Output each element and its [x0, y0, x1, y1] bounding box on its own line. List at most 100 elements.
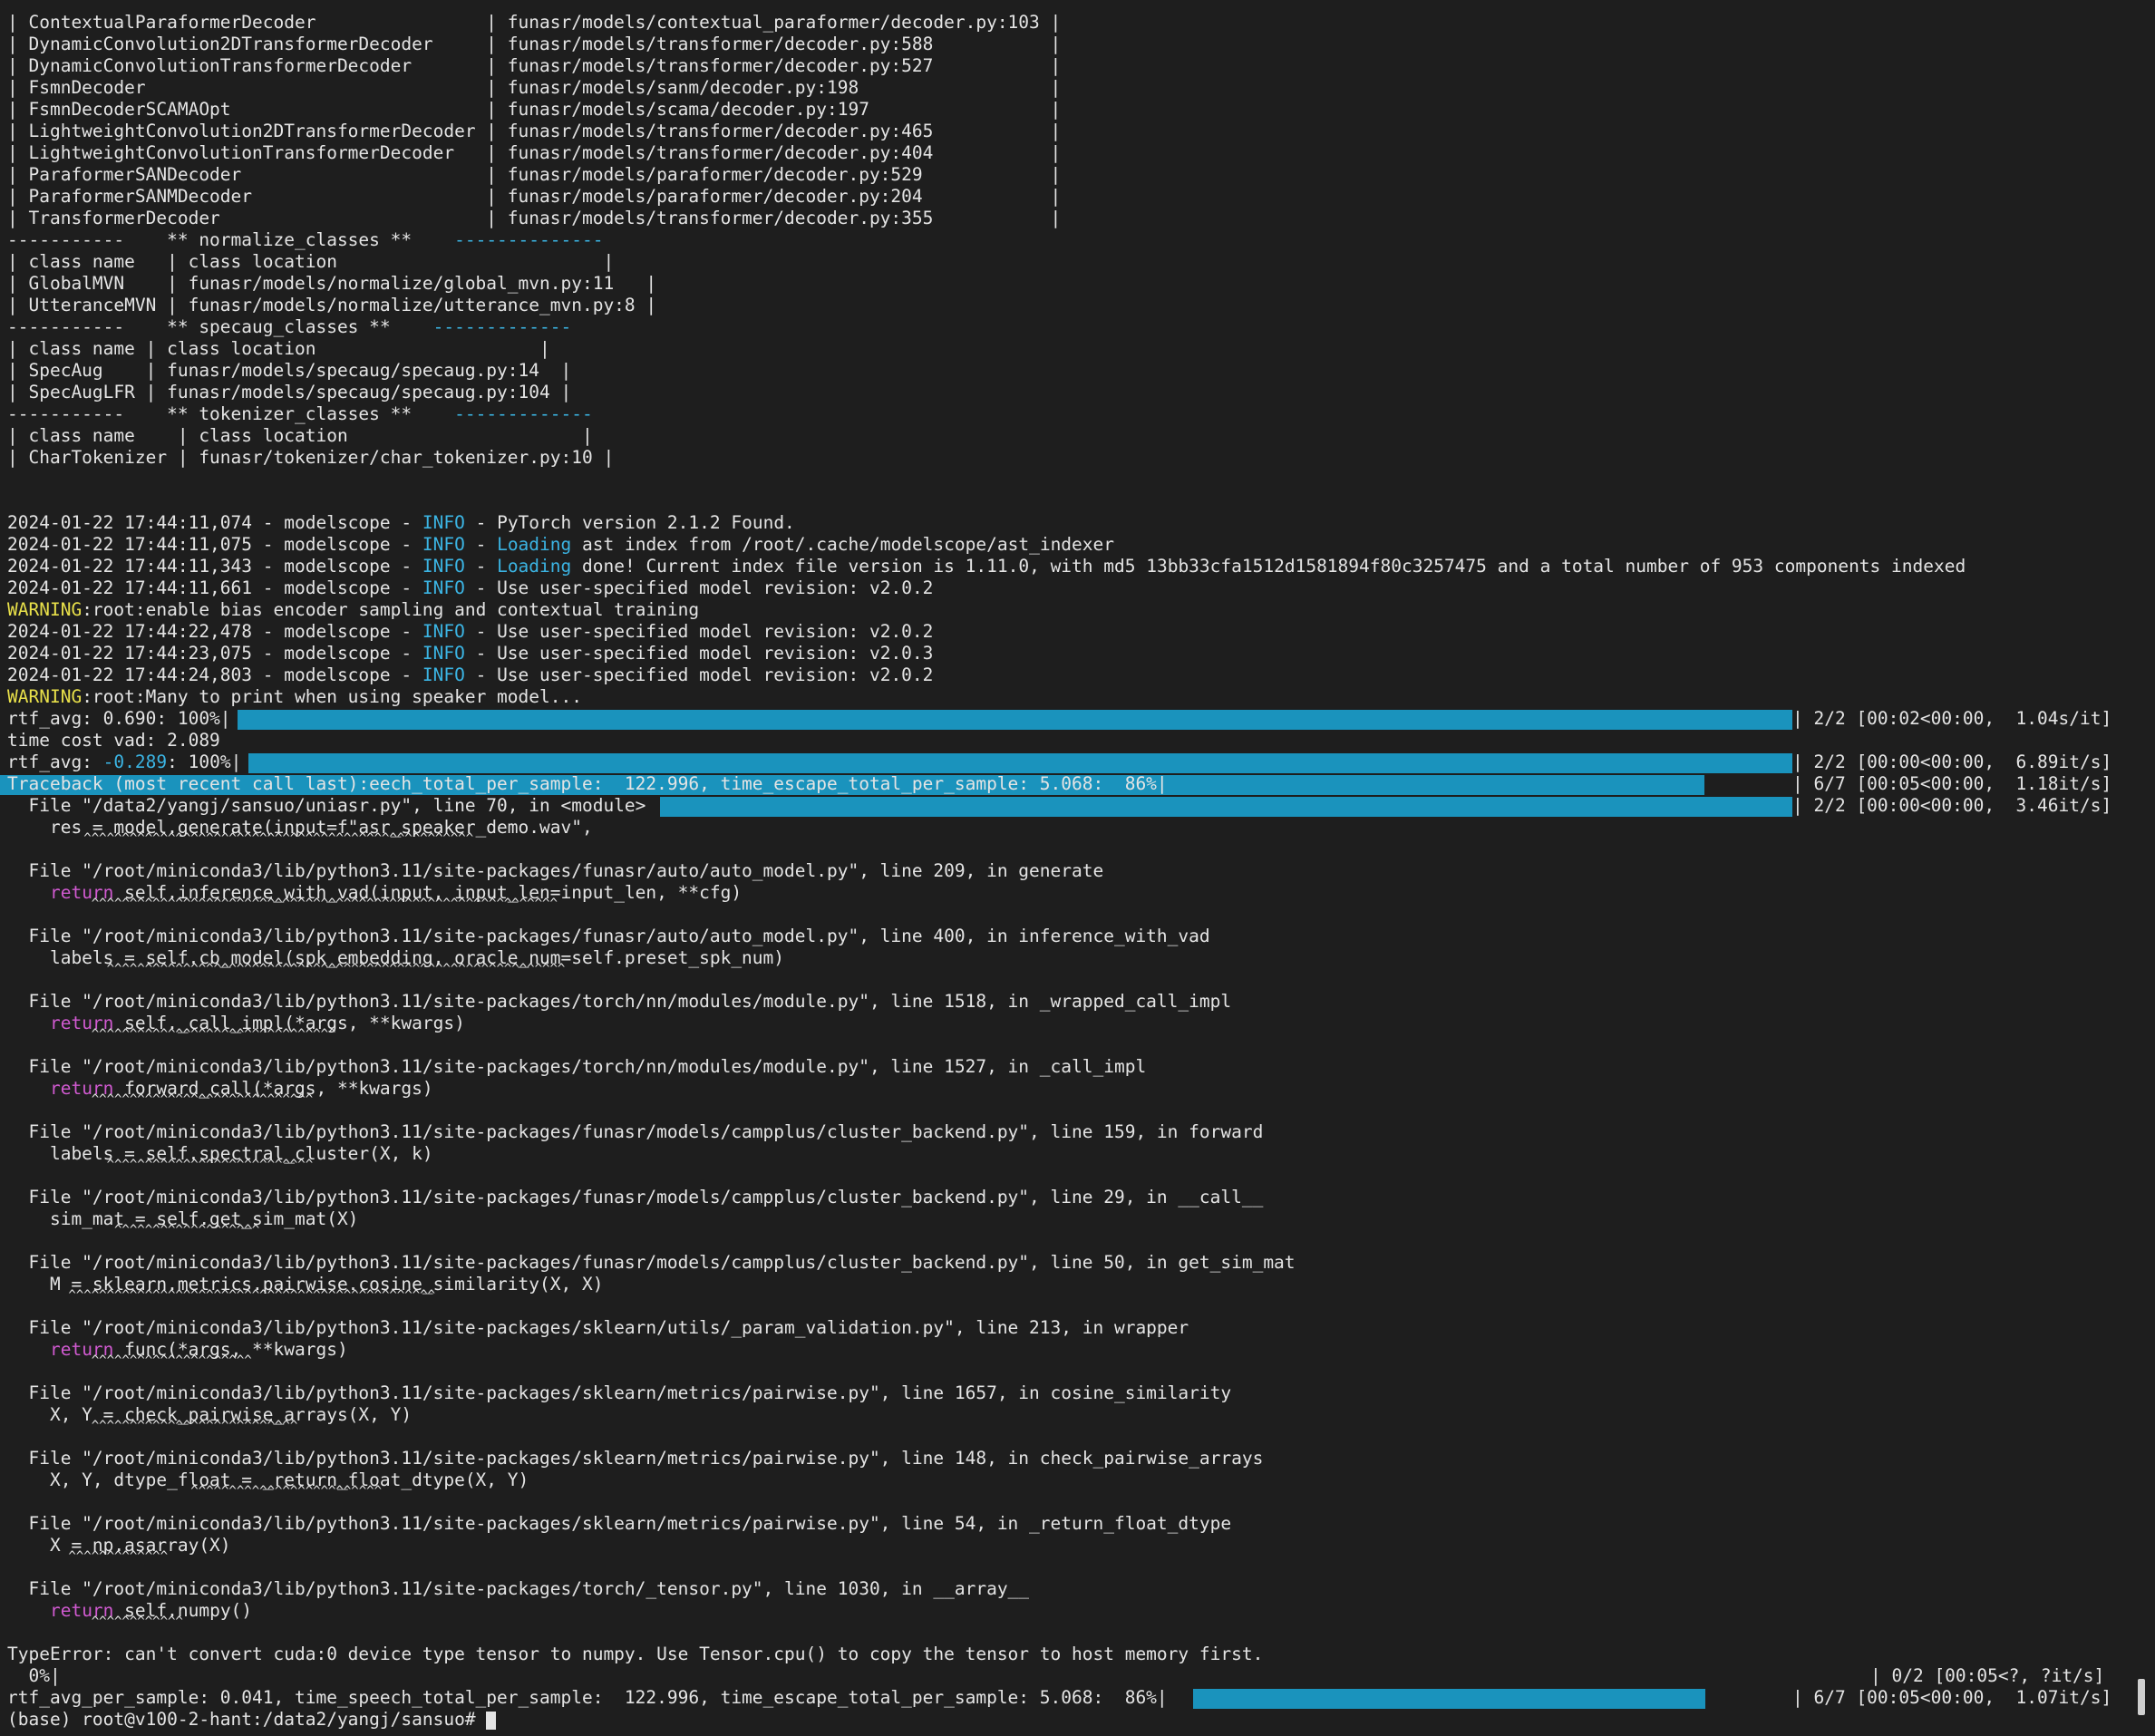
traceback-file-line: File "/root/miniconda3/lib/python3.11/si…: [7, 1056, 1147, 1077]
progress-stats: | 2/2 [00:02<00:00, 1.04s/it]: [1792, 708, 2112, 729]
registry-row: | CharTokenizer | funasr/tokenizer/char_…: [7, 447, 615, 468]
traceback-file-line: File "/root/miniconda3/lib/python3.11/si…: [7, 1317, 1189, 1338]
log-sep: -: [464, 577, 498, 598]
log-line: 2024-01-22 17:44:23,075 - modelscope - I…: [7, 643, 933, 664]
log-line: 2024-01-22 17:44:24,803 - modelscope - I…: [7, 664, 933, 686]
registry-row: | class name | class location |: [7, 425, 593, 446]
registry-row: | SpecAug | funasr/models/specaug/specau…: [7, 360, 572, 381]
traceback-file-line: File "/root/miniconda3/lib/python3.11/si…: [7, 1513, 1232, 1534]
time-cost-line: time cost vad: 2.089: [7, 730, 220, 751]
traceback-file-line: File "/root/miniconda3/lib/python3.11/si…: [7, 1578, 1030, 1599]
progress-label: rtf_avg_per_sample: 0.041, time_speech_t…: [7, 1687, 1168, 1708]
log-prefix: 2024-01-22 17:44:11,074 - modelscope -: [7, 512, 422, 533]
log-prefix: 2024-01-22 17:44:11,075 - modelscope -: [7, 534, 422, 555]
warning-message: :root:enable bias encoder sampling and c…: [82, 599, 700, 620]
log-prefix: 2024-01-22 17:44:24,803 - modelscope -: [7, 664, 422, 685]
registry-row: | SpecAugLFR | funasr/models/specaug/spe…: [7, 382, 572, 402]
progress-bar-fill: [660, 797, 1792, 817]
log-line: 2024-01-22 17:44:11,075 - modelscope - I…: [7, 534, 1114, 556]
progress-stats: | 2/2 [00:00<00:00, 3.46it/s]: [1792, 795, 2112, 816]
log-level: INFO: [422, 621, 465, 642]
section-header-specaug: ----------- ** specaug_classes ** ------…: [7, 316, 571, 338]
prompt-text: (base) root@v100-2-hant:/data2/yangj/san…: [7, 1709, 487, 1730]
traceback-caret: ^^^^^^^^^^^^^^^^^^^^^^^^^^^^^^^^: [7, 1027, 336, 1042]
traceback-caret: ^^^^^^^^^^^^^^^^^^^^^^^^^^^^^^^^^^^^^^^^…: [7, 831, 474, 846]
shell-prompt[interactable]: (base) root@v100-2-hant:/data2/yangj/san…: [7, 1709, 497, 1731]
registry-row: | GlobalMVN | funasr/models/normalize/gl…: [7, 273, 657, 294]
log-line: 2024-01-22 17:44:22,478 - modelscope - I…: [7, 621, 933, 643]
progress-stats: | 6/7 [00:05<00:00, 1.07it/s]: [1792, 1687, 2112, 1708]
log-sep: -: [464, 556, 498, 577]
log-line: 2024-01-22 17:44:11,343 - modelscope - I…: [7, 556, 1966, 577]
registry-row: | LightweightConvolution2DTransformerDec…: [7, 121, 1062, 141]
log-level: INFO: [422, 664, 465, 685]
progress-bar-fill: [248, 753, 1792, 773]
log-message: Use user-specified model revision: v2.0.…: [497, 577, 934, 598]
registry-row: | UtteranceMVN | funasr/models/normalize…: [7, 295, 657, 315]
log-prefix: 2024-01-22 17:44:22,478 - modelscope -: [7, 621, 422, 642]
registry-row: | FsmnDecoderSCAMAOpt | funasr/models/sc…: [7, 99, 1062, 120]
registry-row: | DynamicConvolution2DTransformerDecoder…: [7, 34, 1062, 54]
progress-stats: | 0/2 [00:05<?, ?it/s]: [1870, 1665, 2105, 1686]
log-level: INFO: [422, 577, 465, 598]
log-line: 2024-01-22 17:44:11,661 - modelscope - I…: [7, 577, 933, 599]
terminal-window[interactable]: | ContextualParaformerDecoder | funasr/m…: [0, 0, 2132, 1736]
log-message: PyTorch version 2.1.2 Found.: [497, 512, 795, 533]
text-cursor: [486, 1711, 497, 1730]
log-prefix: 2024-01-22 17:44:23,075 - modelscope -: [7, 643, 422, 664]
log-line: 2024-01-22 17:44:11,074 - modelscope - I…: [7, 512, 795, 534]
traceback-caret: ^^^^^^^^^^^^^^^^^^^^^^^^^^^^^: [7, 1092, 314, 1107]
log-prefix: 2024-01-22 17:44:11,343 - modelscope -: [7, 556, 422, 577]
progress-label: rtf_avg: 0.690: 100%|: [7, 708, 231, 729]
progress-percent: : 100%|: [167, 752, 242, 772]
log-highlight: Loading: [497, 556, 572, 577]
warning-line: WARNING:root:enable bias encoder samplin…: [7, 599, 699, 621]
error-message: TypeError: can't convert cuda:0 device t…: [7, 1644, 1264, 1664]
log-sep: -: [464, 512, 498, 533]
traceback-file-line: File "/root/miniconda3/lib/python3.11/si…: [7, 1187, 1264, 1207]
progress-stats: | 2/2 [00:00<00:00, 6.89it/s]: [1792, 752, 2112, 772]
log-level: INFO: [422, 643, 465, 664]
registry-row: | TransformerDecoder | funasr/models/tra…: [7, 208, 1062, 228]
traceback-caret: ^^^^^^^^^^^^^^^^^^^^^: [7, 1353, 252, 1368]
section-header-normalize: ----------- ** normalize_classes ** ----…: [7, 229, 603, 251]
section-title: ----------- ** tokenizer_classes **: [7, 403, 455, 424]
log-message: done! Current index file version is 1.11…: [571, 556, 1966, 577]
section-title: ----------- ** normalize_classes **: [7, 229, 455, 250]
traceback-caret: ^^^^^^^^^^^^: [7, 1615, 183, 1629]
traceback-caret: ^^^^^^^^^^^^^^^^^^^^^^^^^^^^^^^^^^^^^^^^…: [7, 1288, 436, 1303]
log-level: INFO: [422, 512, 465, 533]
traceback-caret: ^^^^^^^^^^^^^: [7, 1549, 169, 1564]
log-highlight: Loading: [497, 534, 572, 555]
progress-bar-fill: [238, 710, 1792, 730]
log-level: INFO: [422, 534, 465, 555]
progress-bar-fill: [1193, 1689, 1705, 1709]
warning-level: WARNING: [7, 599, 83, 620]
progress-label: 0%|: [7, 1665, 61, 1686]
progress-stats: | 6/7 [00:05<00:00, 1.18it/s]: [1792, 773, 2112, 794]
section-title: ----------- ** specaug_classes **: [7, 316, 433, 337]
log-message: - Use user-specified model revision: v2.…: [464, 621, 934, 642]
registry-row: | DynamicConvolutionTransformerDecoder |…: [7, 55, 1062, 76]
traceback-file-line: File "/root/miniconda3/lib/python3.11/si…: [7, 991, 1232, 1012]
section-header-tokenizer: ----------- ** tokenizer_classes ** ----…: [7, 403, 593, 425]
traceback-file-line: File "/root/miniconda3/lib/python3.11/si…: [7, 1382, 1232, 1403]
registry-row: | class name | class location |: [7, 338, 550, 359]
progress-value: -0.289: [102, 752, 168, 772]
traceback-caret: ^^^^^^^^^^^^^^^^^^^^^^^^^^^^^^^^^^^^^^^^…: [7, 897, 558, 911]
registry-row: | ParaformerSANDecoder | funasr/models/p…: [7, 164, 1062, 185]
traceback-file-line: File "/root/miniconda3/lib/python3.11/si…: [7, 1121, 1264, 1142]
traceback-caret: ^^^^^^^^^^^^^^^^^^^^^^^^^^^: [7, 1158, 314, 1172]
scrollbar[interactable]: [2132, 0, 2155, 1736]
registry-row: | FsmnDecoder | funasr/models/sanm/decod…: [7, 77, 1062, 98]
warning-level: WARNING: [7, 686, 83, 707]
registry-row: | LightweightConvolutionTransformerDecod…: [7, 142, 1062, 163]
scrollbar-thumb[interactable]: [2138, 1679, 2145, 1715]
traceback-file-line: File "/data2/yangj/sansuo/uniasr.py", li…: [7, 795, 646, 816]
log-message: - Use user-specified model revision: v2.…: [464, 643, 934, 664]
section-dashes: -------------: [432, 316, 572, 337]
log-prefix: 2024-01-22 17:44:11,661 - modelscope -: [7, 577, 422, 598]
warning-message: :root:Many to print when using speaker m…: [82, 686, 582, 707]
log-message: ast index from /root/.cache/modelscope/a…: [571, 534, 1115, 555]
registry-row: | class name | class location |: [7, 251, 615, 272]
